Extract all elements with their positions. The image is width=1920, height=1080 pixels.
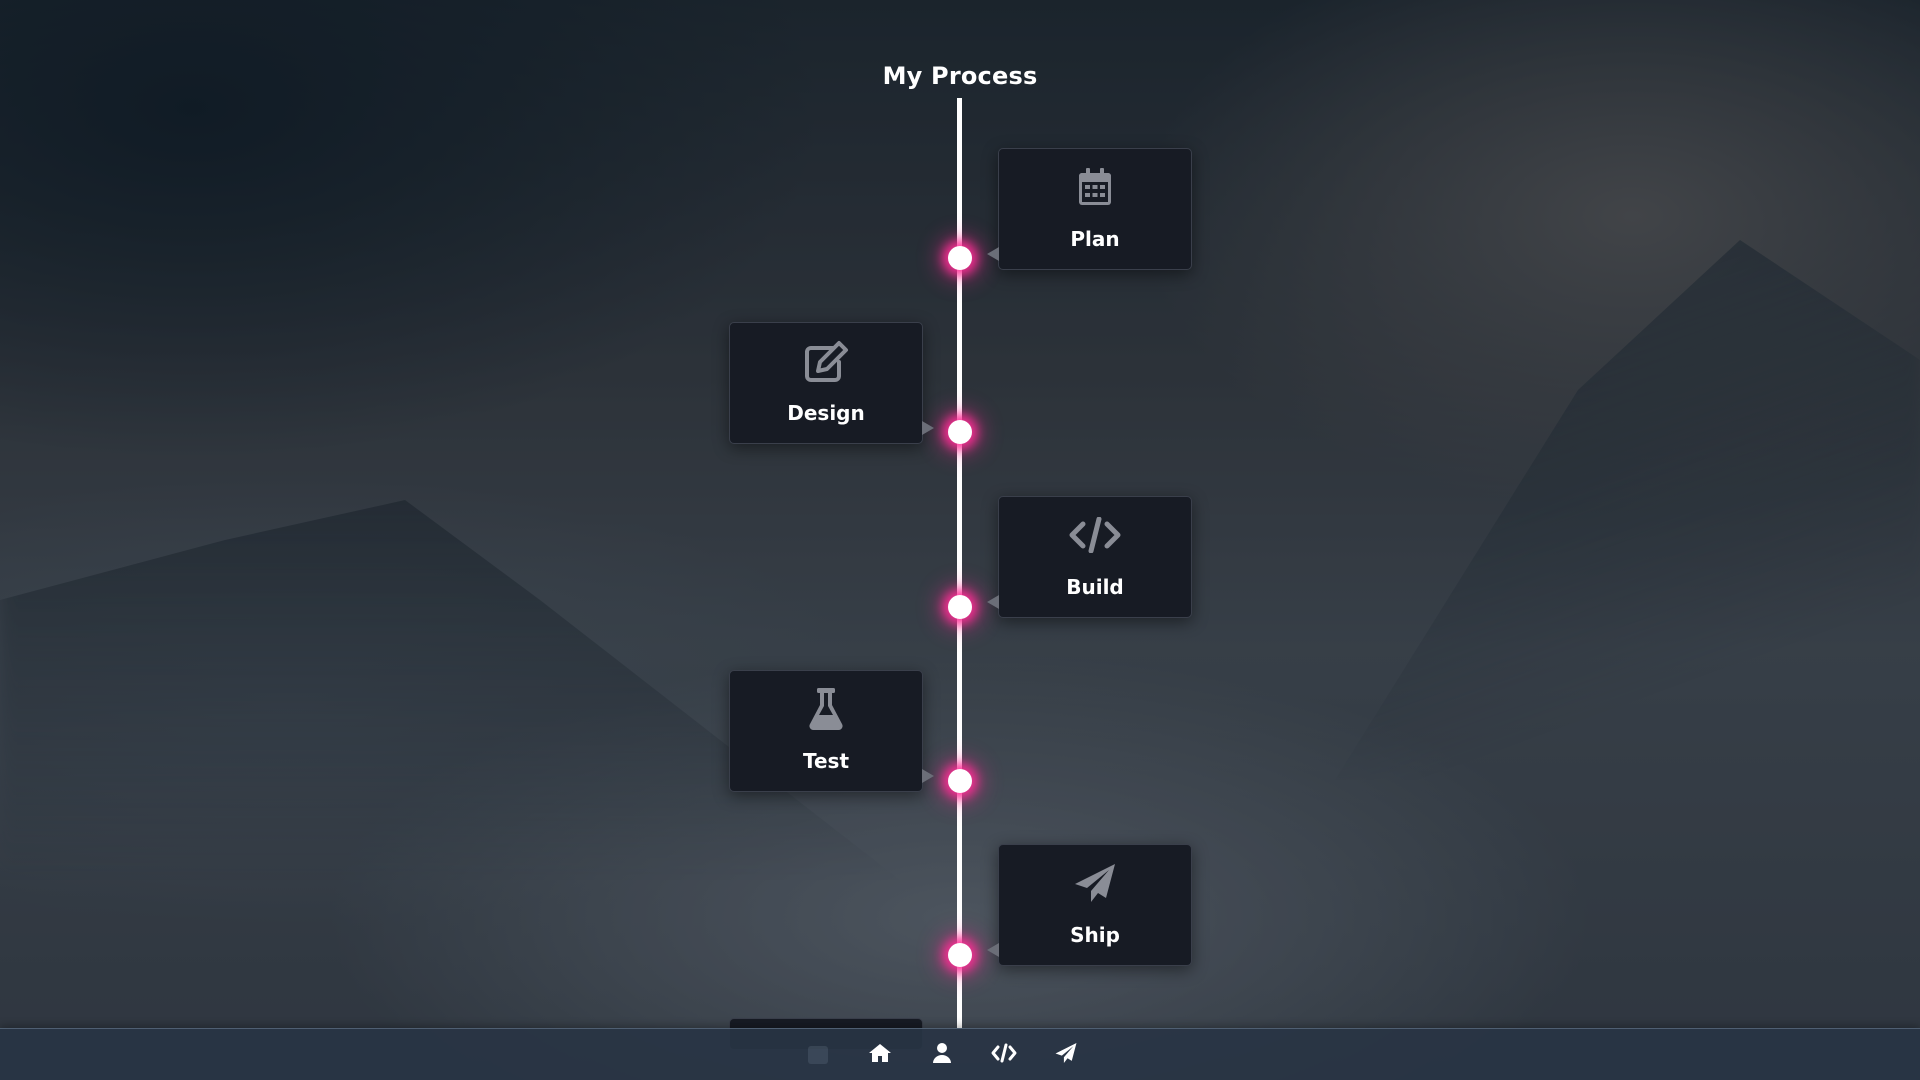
nav-contact-button[interactable] [1048, 1037, 1084, 1073]
calendar-icon [999, 165, 1191, 209]
bottom-nav [0, 1028, 1920, 1080]
timeline-card-plan[interactable]: Plan [987, 148, 1192, 270]
page-title: My Process [882, 62, 1038, 90]
user-icon [932, 1042, 952, 1068]
timeline-dot [948, 246, 972, 270]
flask-icon [730, 687, 922, 731]
timeline-card-build[interactable]: Build [987, 496, 1192, 618]
timeline-card-label: Ship [1070, 923, 1120, 947]
code-icon [991, 1043, 1017, 1067]
home-icon [868, 1042, 892, 1068]
nav-about-button[interactable] [924, 1037, 960, 1073]
timeline-card-test[interactable]: Test [729, 670, 934, 792]
timeline-card-label: Build [1066, 575, 1124, 599]
timeline-dot [948, 769, 972, 793]
timeline-line [957, 98, 962, 1028]
timeline-dot [948, 420, 972, 444]
code-icon [999, 513, 1191, 557]
nav-home-button[interactable] [862, 1037, 898, 1073]
timeline-card-label: Test [802, 749, 849, 773]
paper-plane-icon [999, 861, 1191, 905]
nav-projects-button[interactable] [986, 1037, 1022, 1073]
timeline-dot [948, 595, 972, 619]
timeline-dot [948, 943, 972, 967]
timeline-card-label: Plan [1070, 227, 1120, 251]
timeline-card-label: Design [787, 401, 865, 425]
timeline-card-ship[interactable]: Ship [987, 844, 1192, 966]
edit-icon [730, 339, 922, 383]
timeline-card-design[interactable]: Design [729, 322, 934, 444]
paper-plane-icon [1054, 1042, 1078, 1068]
nav-placeholder [800, 1037, 836, 1073]
